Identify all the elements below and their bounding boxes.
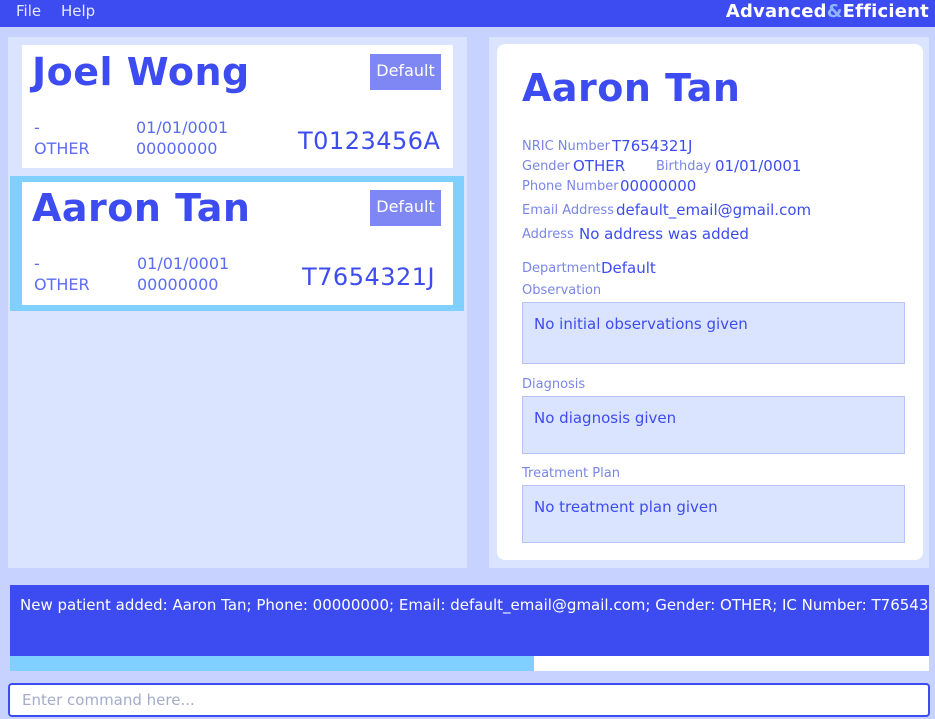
patient-name: Joel Wong [32,50,250,94]
gender-label: Gender [522,159,570,174]
patient-dash: - [34,254,40,273]
observation-box: No initial observations given [522,302,905,364]
address-label: Address [522,227,574,242]
patient-birthday: 01/01/0001 [137,254,230,273]
result-scrollbar[interactable] [10,656,929,671]
diagnosis-label: Diagnosis [522,377,586,392]
gender-value: OTHER [573,157,626,175]
birthday-value: 01/01/0001 [715,157,802,175]
phone-label: Phone Number [522,179,619,194]
result-text: New patient added: Aaron Tan; Phone: 000… [20,596,929,614]
brand-left: Advanced [725,1,827,22]
department-value: Default [601,259,656,277]
department-badge: Default [370,54,441,90]
patient-name: Aaron Tan [32,186,251,230]
nric-label: NRIC Number [522,139,611,154]
menu-bar: File Help Advanced&Efficient [0,0,935,27]
scrollbar-thumb[interactable] [10,656,534,671]
patient-gender: OTHER [34,139,90,158]
result-display: New patient added: Aaron Tan; Phone: 000… [10,585,929,656]
observation-text: No initial observations given [534,315,748,333]
diagnosis-text: No diagnosis given [534,409,677,427]
command-input[interactable] [8,683,930,717]
menu-file[interactable]: File [16,2,41,20]
address-value: No address was added [579,225,749,243]
treatment-text: No treatment plan given [534,498,718,516]
diagnosis-box: No diagnosis given [522,396,905,454]
patient-nric: T0123456A [298,127,441,155]
email-label: Email Address [522,203,614,218]
patient-phone: 00000000 [137,275,219,294]
patient-card-1[interactable]: Joel Wong Default - OTHER 01/01/0001 000… [22,45,453,168]
nric-value: T7654321J [612,137,693,155]
brand-right: Efficient [842,1,929,22]
patient-birthday: 01/01/0001 [136,118,229,137]
patient-card-2[interactable]: Aaron Tan Default - OTHER 01/01/0001 000… [22,182,453,305]
treatment-box: No treatment plan given [522,485,905,543]
phone-value: 00000000 [620,177,697,195]
observation-label: Observation [522,283,602,298]
department-badge: Default [370,190,441,226]
email-value: default_email@gmail.com [616,201,812,219]
department-label: Department [522,261,601,276]
patient-phone: 00000000 [136,139,218,158]
treatment-label: Treatment Plan [522,466,620,481]
patient-gender: OTHER [34,275,90,294]
menu-help[interactable]: Help [61,2,95,20]
brand-amp: & [826,1,843,22]
patient-nric: T7654321J [302,263,436,291]
patient-dash: - [34,118,40,137]
birthday-label: Birthday [656,159,712,174]
app-logo: Advanced&Efficient [726,1,929,22]
detail-name: Aaron Tan [522,66,741,110]
